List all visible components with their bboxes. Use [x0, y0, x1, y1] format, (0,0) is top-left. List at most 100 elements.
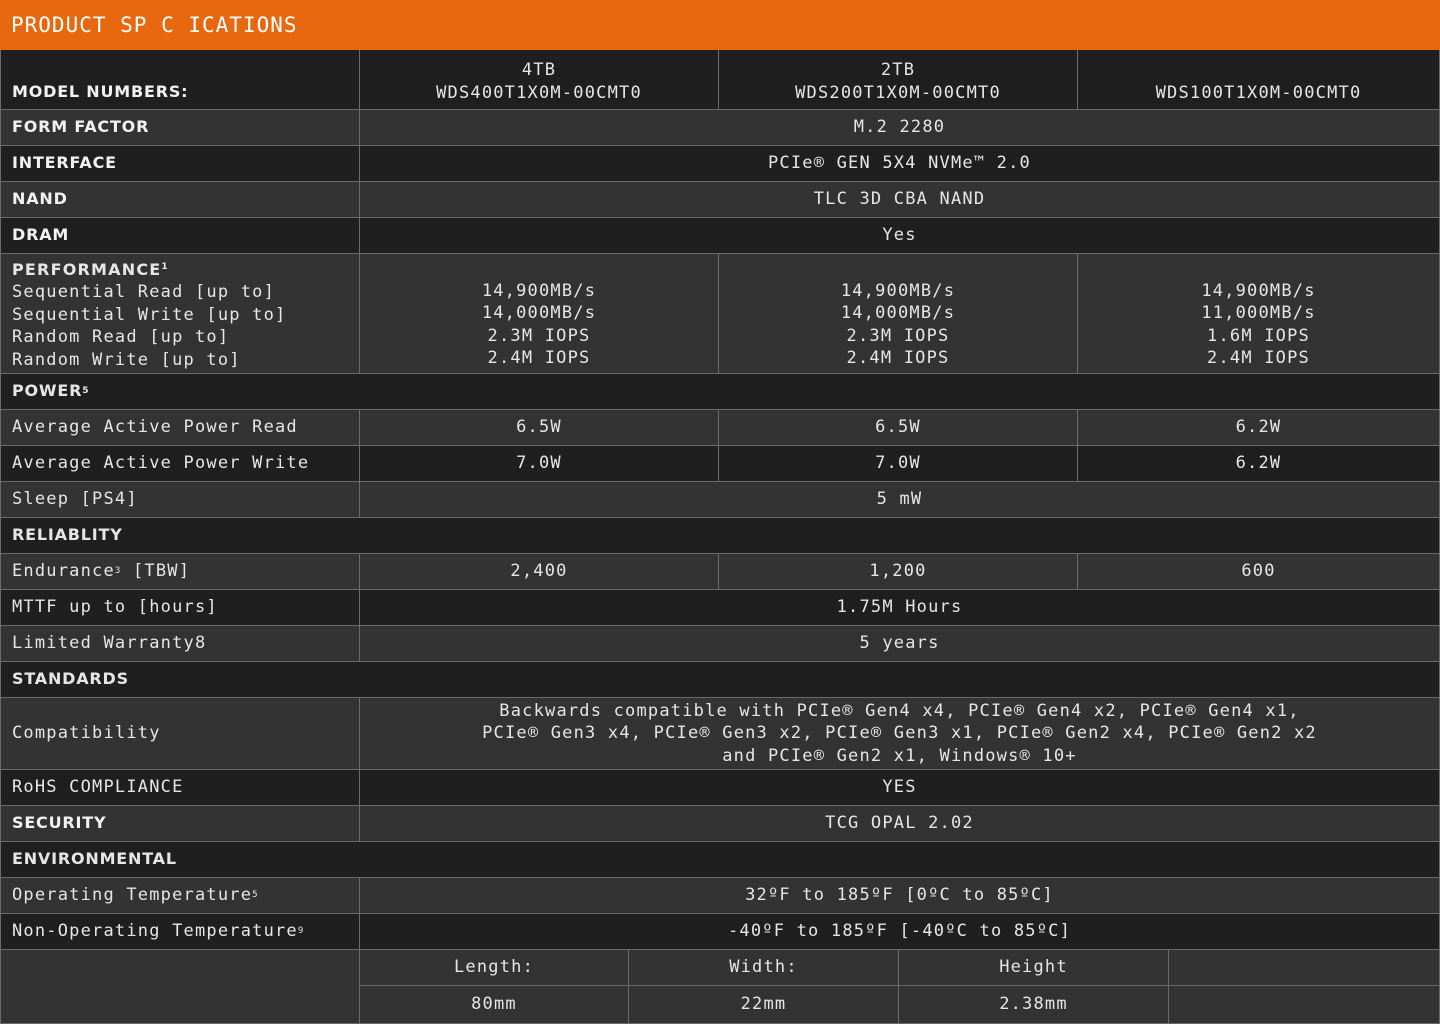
standards-section-row: STANDARDS [0, 662, 1440, 698]
power-write-value: 7.0W [360, 446, 719, 482]
operating-temp-footnote: 5 [252, 890, 259, 901]
dram-label: DRAM [0, 218, 360, 254]
dimension-value-width: 22mm [629, 986, 899, 1024]
endurance-value: 2,400 [360, 554, 719, 590]
model-number: WDS200T1X0M-00CMT0 [795, 82, 1001, 103]
environmental-section-row: ENVIRONMENTAL [0, 842, 1440, 878]
power-read-row: Average Active Power Read 6.5W 6.5W 6.2W [0, 410, 1440, 446]
dimension-value-height: 2.38mm [899, 986, 1169, 1024]
power-read-label: Average Active Power Read [0, 410, 360, 446]
sleep-value: 5 mW [360, 482, 1440, 518]
power-footnote: 5 [82, 386, 90, 397]
dimension-header-extra [1169, 950, 1440, 986]
mttf-value: 1.75M Hours [360, 590, 1440, 626]
power-heading-text: POWER [12, 381, 83, 401]
power-write-row: Average Active Power Write 7.0W 7.0W 6.2… [0, 446, 1440, 482]
form-factor-row: FORM FACTOR M.2 2280 [0, 110, 1440, 146]
model-column-3: WDS100T1X0M-00CMT0 [1078, 50, 1440, 110]
operating-temp-row: Operating Temperature 5 32ºF to 185ºF [0º… [0, 878, 1440, 914]
spec-title: PRODUCT SP C ICATIONS [11, 13, 298, 37]
dimension-header-width: Width: [629, 950, 899, 986]
rohs-row: RoHS COMPLIANCE YES [0, 770, 1440, 806]
rohs-value: YES [360, 770, 1440, 806]
performance-row: PERFORMANCE1 Sequential Read [up to] Seq… [0, 254, 1440, 374]
model-column-2: 2TB WDS200T1X0M-00CMT0 [719, 50, 1078, 110]
endurance-label-text: Endurance [12, 561, 115, 582]
random-read-label: Random Read [up to] [12, 327, 230, 348]
non-operating-temp-label: Non-Operating Temperature 9 [0, 914, 360, 950]
endurance-row: Endurance 3 [TBW] 2,400 1,200 600 [0, 554, 1440, 590]
security-row: SECURITY TCG OPAL 2.02 [0, 806, 1440, 842]
power-read-value: 6.5W [360, 410, 719, 446]
model-row: MODEL NUMBERS: 4TB WDS400T1X0M-00CMT0 2T… [0, 50, 1440, 110]
model-number: WDS400T1X0M-00CMT0 [436, 82, 642, 103]
compatibility-row: Compatibility Backwards compatible with … [0, 698, 1440, 770]
performance-values-2: 14,900MB/s 14,000MB/s 2.3M IOPS 2.4M IOP… [719, 254, 1078, 374]
warranty-row: Limited Warranty8 5 years [0, 626, 1440, 662]
dimensions-value-row: 80mm 22mm 2.38mm [0, 986, 1440, 1024]
operating-temp-value: 32ºF to 185ºF [0ºC to 85ºC] [360, 878, 1440, 914]
standards-heading: STANDARDS [0, 662, 1440, 698]
performance-heading: PERFORMANCE1 [12, 256, 169, 282]
warranty-label: Limited Warranty8 [0, 626, 360, 662]
model-column-1: 4TB WDS400T1X0M-00CMT0 [360, 50, 719, 110]
power-read-value: 6.2W [1078, 410, 1440, 446]
non-operating-temp-footnote: 9 [297, 926, 305, 937]
operating-temp-label-text: Operating Temperature [12, 885, 253, 906]
environmental-heading: ENVIRONMENTAL [0, 842, 1440, 878]
nand-row: NAND TLC 3D CBA NAND [0, 182, 1440, 218]
performance-heading-text: PERFORMANCE [12, 259, 162, 279]
mttf-label: MTTF up to [hours] [0, 590, 360, 626]
endurance-label-unit: [TBW] [121, 561, 191, 582]
model-label: MODEL NUMBERS: [0, 50, 360, 110]
power-write-value: 7.0W [719, 446, 1078, 482]
dram-row: DRAM Yes [0, 218, 1440, 254]
spec-header: PRODUCT SP C ICATIONS [0, 0, 1440, 50]
rohs-label: RoHS COMPLIANCE [0, 770, 360, 806]
security-value: TCG OPAL 2.02 [360, 806, 1440, 842]
form-factor-value: M.2 2280 [360, 110, 1440, 146]
dimensions-header-row: Length: Width: Height [0, 950, 1440, 986]
endurance-value: 600 [1078, 554, 1440, 590]
model-capacity: 2TB [880, 60, 916, 80]
compatibility-label: Compatibility [0, 698, 360, 770]
nand-label: NAND [0, 182, 360, 218]
interface-value: PCIe® GEN 5X4 NVMe™ 2.0 [360, 146, 1440, 182]
model-capacity: 4TB [521, 60, 557, 80]
performance-values-1: 14,900MB/s 14,000MB/s 2.3M IOPS 2.4M IOP… [360, 254, 719, 374]
dimensions-row: Length: Width: Height 80mm 22mm 2.38mm [0, 950, 1440, 1024]
performance-values-3: 14,900MB/s 11,000MB/s 1.6M IOPS 2.4M IOP… [1078, 254, 1440, 374]
power-heading: POWER 5 [0, 374, 1440, 410]
power-write-value: 6.2W [1078, 446, 1440, 482]
reliability-section-row: RELIABLITY [0, 518, 1440, 554]
endurance-label: Endurance 3 [TBW] [0, 554, 360, 590]
nand-value: TLC 3D CBA NAND [360, 182, 1440, 218]
security-label: SECURITY [0, 806, 360, 842]
warranty-value: 5 years [360, 626, 1440, 662]
endurance-footnote: 3 [114, 566, 122, 577]
non-operating-temp-label-text: Non-Operating Temperature [12, 921, 298, 942]
dimension-header-length: Length: [360, 950, 629, 986]
sleep-label: Sleep [PS4] [0, 482, 360, 518]
non-operating-temp-value: -40ºF to 185ºF [-40ºC to 85ºC] [360, 914, 1440, 950]
endurance-value: 1,200 [719, 554, 1078, 590]
performance-label: PERFORMANCE1 Sequential Read [up to] Seq… [0, 254, 360, 374]
random-write-label: Random Write [up to] [12, 349, 241, 370]
power-write-label: Average Active Power Write [0, 446, 360, 482]
power-section-row: POWER 5 [0, 374, 1440, 410]
interface-label: INTERFACE [0, 146, 360, 182]
power-read-value: 6.5W [719, 410, 1078, 446]
mttf-row: MTTF up to [hours] 1.75M Hours [0, 590, 1440, 626]
interface-row: INTERFACE PCIe® GEN 5X4 NVMe™ 2.0 [0, 146, 1440, 182]
dimension-value-length: 80mm [360, 986, 629, 1024]
sleep-row: Sleep [PS4] 5 mW [0, 482, 1440, 518]
dram-value: Yes [360, 218, 1440, 254]
operating-temp-label: Operating Temperature 5 [0, 878, 360, 914]
reliability-heading: RELIABLITY [0, 518, 1440, 554]
compatibility-value: Backwards compatible with PCIe® Gen4 x4,… [360, 698, 1440, 770]
form-factor-label: FORM FACTOR [0, 110, 360, 146]
non-operating-temp-row: Non-Operating Temperature 9 -40ºF to 185º… [0, 914, 1440, 950]
sequential-read-label: Sequential Read [up to] [12, 282, 276, 303]
sequential-write-label: Sequential Write [up to] [12, 304, 287, 325]
performance-footnote: 1 [161, 261, 169, 272]
